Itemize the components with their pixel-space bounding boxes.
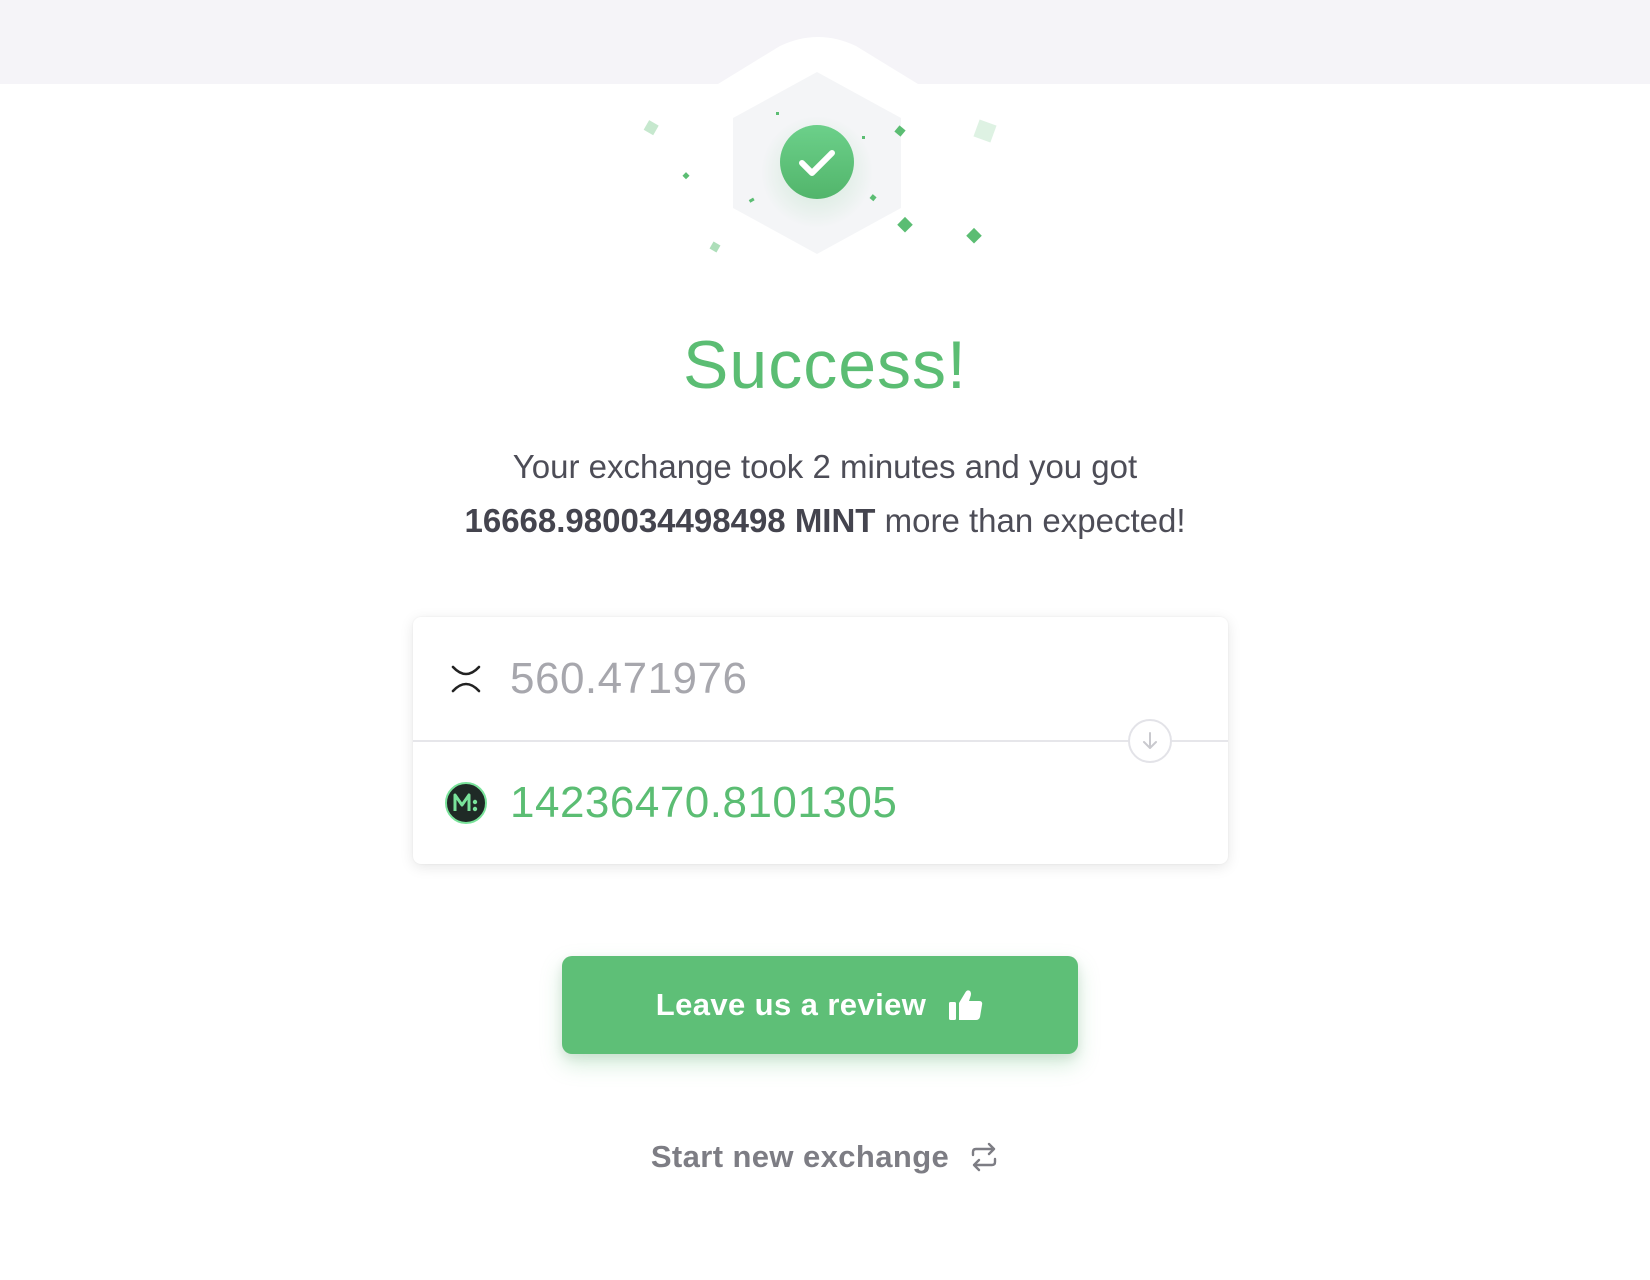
message-suffix: more than expected! xyxy=(884,502,1186,539)
success-title: Success! xyxy=(683,327,967,403)
success-illustration xyxy=(0,0,1650,280)
to-row: 14236470.8101305 xyxy=(413,741,1228,864)
mint-icon xyxy=(445,781,487,824)
thumbs-up-icon xyxy=(948,988,984,1022)
swap-icon xyxy=(969,1142,999,1172)
bonus-amount: 16668.980034498498 MINT xyxy=(464,502,876,539)
check-circle-icon xyxy=(780,125,854,199)
leave-review-button[interactable]: Leave us a review xyxy=(562,956,1078,1054)
result-message: Your exchange took 2 minutes and you got… xyxy=(0,440,1650,548)
leave-review-label: Leave us a review xyxy=(655,987,927,1022)
start-new-exchange-link[interactable]: Start new exchange xyxy=(0,1134,1650,1180)
from-amount: 560.471976 xyxy=(510,653,748,703)
to-amount: 14236470.8101305 xyxy=(510,777,898,827)
message-line-1: Your exchange took 2 minutes and you got xyxy=(512,448,1138,485)
exchange-summary-card: 560.471976 14236470.8101305 xyxy=(413,617,1228,864)
from-row: 560.471976 xyxy=(413,617,1228,740)
xrp-icon xyxy=(445,658,487,700)
start-new-exchange-label: Start new exchange xyxy=(650,1139,950,1174)
